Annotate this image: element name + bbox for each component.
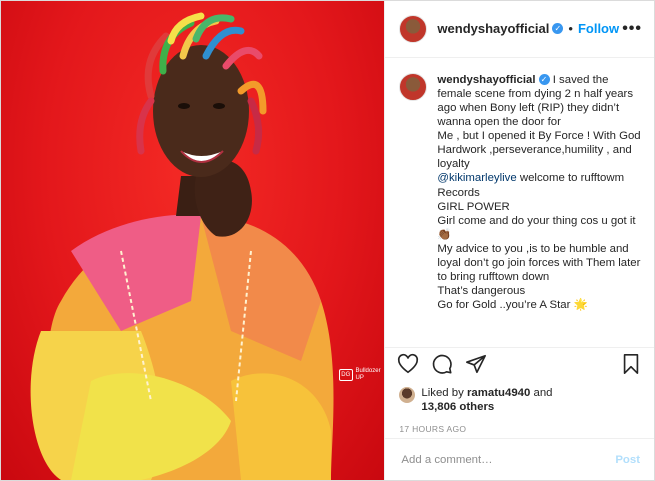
comment-input[interactable]: [399, 452, 616, 467]
post-sidebar: wendyshayofficial ✓ • Follow ••• wendysh…: [384, 1, 654, 480]
liker-avatar[interactable]: [399, 387, 416, 404]
instagram-post: DG Bulldozer UP wendyshayofficial ✓ • Fo…: [0, 0, 655, 481]
post-header: wendyshayofficial ✓ • Follow •••: [385, 1, 654, 58]
post-timestamp[interactable]: 17 HOURS AGO: [385, 418, 654, 438]
liked-by-user[interactable]: ramatu4940: [467, 387, 530, 399]
photo-watermark: DG Bulldozer UP: [339, 368, 384, 382]
caption-username[interactable]: wendyshayofficial: [437, 74, 535, 86]
post-photo[interactable]: DG Bulldozer UP: [1, 1, 385, 480]
watermark-text: Bulldozer UP: [355, 368, 381, 381]
liked-by-and: and: [530, 387, 553, 400]
verified-badge-icon: ✓: [552, 23, 564, 35]
likes-text: Liked by ramatu4940 and 13,806 others: [421, 386, 552, 414]
author-avatar[interactable]: [399, 14, 428, 43]
caption-mention-link[interactable]: @kikimarleylive: [437, 172, 516, 184]
more-options-icon[interactable]: •••: [622, 20, 642, 38]
caption-author-avatar[interactable]: [399, 72, 428, 101]
caption-body-rest: welcome to rufftowm Records GIRL POWER G…: [437, 172, 641, 312]
comment-bubble-icon[interactable]: [431, 353, 453, 375]
header-separator: •: [568, 21, 573, 37]
like-heart-icon[interactable]: [397, 353, 419, 375]
photo-illustration: [30, 12, 334, 480]
likes-summary: Liked by ramatu4940 and 13,806 others: [385, 380, 654, 418]
action-bar: [385, 346, 654, 381]
share-paper-plane-icon[interactable]: [465, 353, 487, 375]
caption-verified-badge-icon: ✓: [538, 73, 550, 85]
author-username[interactable]: wendyshayofficial: [437, 21, 549, 36]
comment-form: Post: [385, 438, 654, 480]
liked-by-label: Liked by: [421, 387, 467, 400]
caption-text: wendyshayofficial ✓ I saved the female sc…: [437, 73, 644, 347]
caption-body: I saved the female scene from dying 2 n …: [437, 73, 641, 171]
post-comment-button[interactable]: Post: [615, 454, 640, 466]
bookmark-icon[interactable]: [620, 353, 642, 375]
watermark-logo: DG: [339, 369, 353, 381]
follow-button[interactable]: Follow: [578, 21, 619, 36]
caption-area: wendyshayofficial ✓ I saved the female sc…: [385, 58, 654, 347]
likes-count[interactable]: 13,806 others: [421, 401, 494, 413]
